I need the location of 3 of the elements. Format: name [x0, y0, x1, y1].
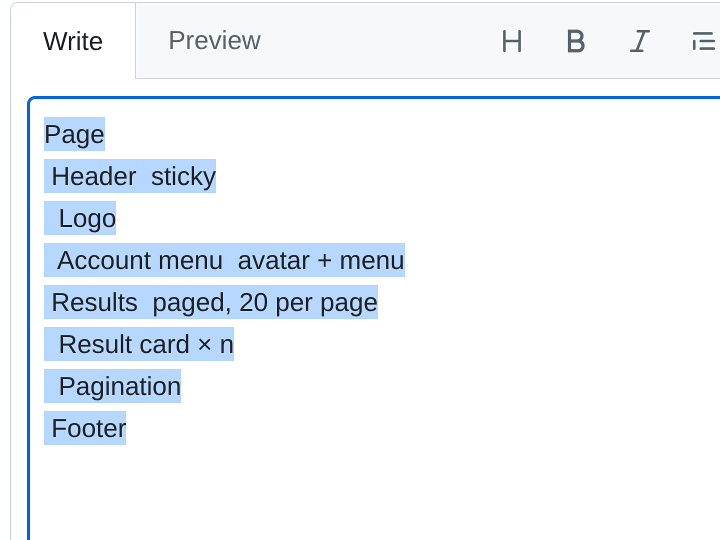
- editor-tab[interactable]: Write: [11, 3, 136, 79]
- text-editor[interactable]: Page Header sticky Logo Account menu avatar + menu Results paged, 20 per page Result card × n Pagination Footer: [27, 96, 720, 540]
- editor-tab[interactable]: Preview: [136, 3, 293, 78]
